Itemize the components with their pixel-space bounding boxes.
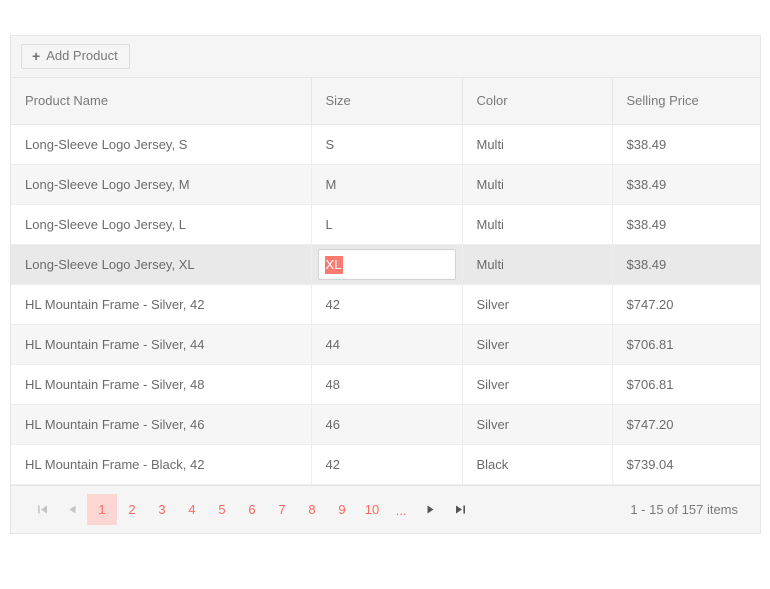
page-button-2[interactable]: 2 [117,494,147,525]
cell-color[interactable]: Multi [462,244,613,285]
table-row-selected[interactable]: Long-Sleeve Logo Jersey, XL XL Multi $38… [11,244,760,285]
next-page-icon[interactable] [415,494,445,524]
pager-navigation: 1 2 3 4 5 6 7 8 9 10 ... [27,493,475,525]
cell-color[interactable]: Multi [462,124,613,165]
last-page-icon[interactable] [445,494,475,524]
first-page-icon[interactable] [27,494,57,524]
plus-icon: + [32,48,41,64]
cell-selling-price[interactable]: $38.49 [612,204,760,245]
cell-selling-price[interactable]: $38.49 [612,124,760,165]
column-header-product-name[interactable]: Product Name [11,78,312,125]
page-button-10[interactable]: 10 [357,494,387,525]
grid-pager: 1 2 3 4 5 6 7 8 9 10 ... 1 - 15 of 157 i… [11,484,760,533]
cell-size[interactable]: 42 [311,444,463,485]
cell-color[interactable]: Silver [462,404,613,445]
previous-page-icon[interactable] [57,494,87,524]
cell-size[interactable]: L [311,204,463,245]
cell-color[interactable]: Silver [462,324,613,365]
cell-selling-price[interactable]: $747.20 [612,284,760,325]
column-header-selling-price[interactable]: Selling Price [612,78,760,125]
header-row: Product Name Size Color Selling Price [11,78,760,125]
table-row[interactable]: HL Mountain Frame - Silver, 42 42 Silver… [11,284,760,325]
page-button-4[interactable]: 4 [177,494,207,525]
cell-selling-price[interactable]: $706.81 [612,364,760,405]
size-editor-wrap: XL [317,248,456,280]
cell-size[interactable]: 46 [311,404,463,445]
cell-color[interactable]: Multi [462,204,613,245]
cell-product-name[interactable]: Long-Sleeve Logo Jersey, L [11,204,312,245]
page-button-9[interactable]: 9 [327,494,357,525]
page-button-7[interactable]: 7 [267,494,297,525]
table-header: Product Name Size Color Selling Price [11,78,760,125]
cell-size[interactable]: 48 [311,364,463,405]
products-table: Product Name Size Color Selling Price Lo… [11,78,760,485]
table-row[interactable]: HL Mountain Frame - Black, 42 42 Black $… [11,444,760,485]
cell-selling-price[interactable]: $706.81 [612,324,760,365]
cell-selling-price[interactable]: $38.49 [612,164,760,205]
cell-selling-price[interactable]: $38.49 [612,244,760,285]
cell-product-name[interactable]: HL Mountain Frame - Silver, 42 [11,284,312,325]
page-button-1[interactable]: 1 [87,493,117,525]
cell-product-name[interactable]: HL Mountain Frame - Silver, 44 [11,324,312,365]
cell-color[interactable]: Silver [462,364,613,405]
page-button-8[interactable]: 8 [297,494,327,525]
cell-size[interactable]: S [311,124,463,165]
cell-product-name[interactable]: Long-Sleeve Logo Jersey, M [11,164,312,205]
table-row[interactable]: Long-Sleeve Logo Jersey, M M Multi $38.4… [11,164,760,205]
cell-size[interactable]: 44 [311,324,463,365]
page-button-5[interactable]: 5 [207,494,237,525]
cell-selling-price[interactable]: $739.04 [612,444,760,485]
cell-color[interactable]: Black [462,444,613,485]
cell-product-name[interactable]: Long-Sleeve Logo Jersey, XL [11,244,312,285]
grid-toolbar: + Add Product [11,36,760,78]
column-header-color[interactable]: Color [462,78,613,125]
table-row[interactable]: HL Mountain Frame - Silver, 46 46 Silver… [11,404,760,445]
cell-size-editing[interactable]: XL [311,244,463,285]
page-ellipsis[interactable]: ... [387,494,415,525]
table-row[interactable]: HL Mountain Frame - Silver, 48 48 Silver… [11,364,760,405]
cell-color[interactable]: Silver [462,284,613,325]
product-grid-page: + Add Product Product Name Size Color Se… [0,0,770,589]
cell-product-name[interactable]: HL Mountain Frame - Black, 42 [11,444,312,485]
table-row[interactable]: HL Mountain Frame - Silver, 44 44 Silver… [11,324,760,365]
product-grid: + Add Product Product Name Size Color Se… [10,35,761,534]
size-input[interactable] [317,248,456,280]
cell-color[interactable]: Multi [462,164,613,205]
add-product-label: Add Product [46,48,118,63]
cell-product-name[interactable]: HL Mountain Frame - Silver, 46 [11,404,312,445]
page-button-3[interactable]: 3 [147,494,177,525]
page-button-6[interactable]: 6 [237,494,267,525]
table-row[interactable]: Long-Sleeve Logo Jersey, S S Multi $38.4… [11,124,760,165]
column-header-size[interactable]: Size [311,78,463,125]
cell-size[interactable]: M [311,164,463,205]
pager-item-count: 1 - 15 of 157 items [630,501,738,517]
cell-selling-price[interactable]: $747.20 [612,404,760,445]
cell-product-name[interactable]: Long-Sleeve Logo Jersey, S [11,124,312,165]
cell-product-name[interactable]: HL Mountain Frame - Silver, 48 [11,364,312,405]
table-row[interactable]: Long-Sleeve Logo Jersey, L L Multi $38.4… [11,204,760,245]
cell-size[interactable]: 42 [311,284,463,325]
table-body: Long-Sleeve Logo Jersey, S S Multi $38.4… [11,124,760,485]
add-product-button[interactable]: + Add Product [21,44,130,69]
